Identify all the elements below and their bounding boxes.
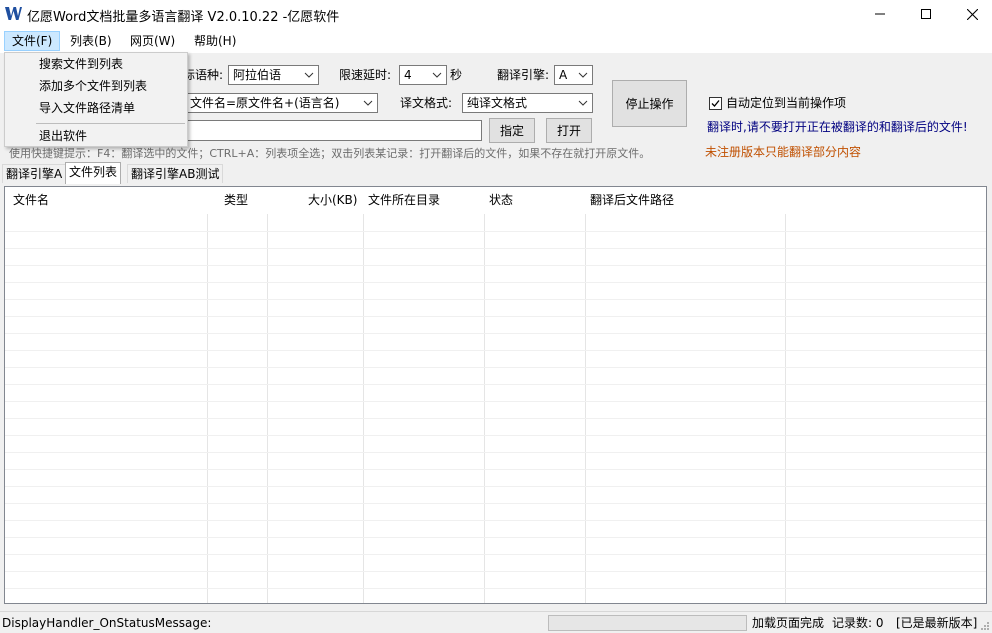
menu-separator: [36, 123, 185, 124]
status-bar: DisplayHandler_OnStatusMessage: 加载页面完成 记…: [0, 611, 992, 633]
version-status: [已是最新版本]: [896, 616, 978, 630]
window-title: 亿愿Word文档批量多语言翻译 V2.0.10.22 -亿愿软件: [27, 10, 340, 25]
column-header-type[interactable]: 类型: [218, 187, 254, 214]
close-icon: [966, 8, 978, 20]
minimize-button[interactable]: [857, 0, 903, 28]
maximize-icon: [921, 9, 931, 19]
auto-locate-label: 自动定位到当前操作项: [726, 96, 847, 110]
specify-button[interactable]: 指定: [489, 118, 535, 143]
menu-list[interactable]: 列表(B): [63, 31, 119, 51]
stop-button[interactable]: 停止操作: [612, 80, 687, 127]
output-format-value: 纯译文格式: [467, 96, 528, 110]
chevron-down-icon: [432, 72, 442, 78]
table-header: 文件名 类型 大小(KB) 文件所在目录 状态 翻译后文件路径: [5, 187, 986, 214]
column-header-output-path[interactable]: 翻译后文件路径: [584, 187, 680, 214]
menu-item-exit[interactable]: 退出软件: [39, 127, 87, 145]
delay-label: 限速延时:: [339, 68, 392, 82]
file-list-table[interactable]: 文件名 类型 大小(KB) 文件所在目录 状态 翻译后文件路径: [4, 186, 987, 604]
record-count: 记录数: 0: [832, 616, 884, 630]
column-header-directory[interactable]: 文件所在目录: [362, 187, 446, 214]
delay-unit-label: 秒: [450, 68, 463, 82]
menu-help[interactable]: 帮助(H): [187, 31, 243, 51]
engine-select[interactable]: A: [554, 65, 593, 85]
chevron-down-icon: [363, 100, 373, 106]
file-menu-dropdown: 搜索文件到列表 添加多个文件到列表 导入文件路径清单 退出软件: [4, 52, 188, 147]
target-language-label: 标语种:: [183, 68, 224, 82]
menu-item-search-files[interactable]: 搜索文件到列表: [39, 55, 123, 73]
output-naming-select[interactable]: 文件名=原文件名+(语言名): [185, 93, 378, 113]
column-header-size[interactable]: 大小(KB): [302, 187, 363, 214]
chevron-down-icon: [304, 72, 314, 78]
output-format-select[interactable]: 纯译文格式: [462, 93, 593, 113]
menu-bar: 文件(F) 列表(B) 网页(W) 帮助(H): [0, 28, 992, 53]
app-logo-w-icon: [5, 7, 22, 20]
status-message: DisplayHandler_OnStatusMessage:: [2, 616, 212, 630]
shortcut-hint: 使用快捷键提示：F4：翻译选中的文件；CTRL+A：列表项全选；双击列表某记录：…: [9, 147, 651, 160]
tab-file-list[interactable]: 文件列表: [65, 162, 122, 184]
menu-file[interactable]: 文件(F): [4, 31, 61, 51]
title-bar: 亿愿Word文档批量多语言翻译 V2.0.10.22 -亿愿软件: [0, 0, 992, 28]
target-language-value: 阿拉伯语: [233, 68, 282, 82]
output-format-label: 译文格式:: [400, 96, 453, 110]
menu-item-import-paths[interactable]: 导入文件路径清单: [39, 99, 135, 117]
warning-note: 翻译时,请不要打开正在被翻译的和翻译后的文件!: [707, 120, 968, 134]
column-header-status[interactable]: 状态: [483, 187, 519, 214]
open-button[interactable]: 打开: [546, 118, 592, 143]
engine-value: A: [559, 68, 568, 82]
chevron-down-icon: [578, 100, 588, 106]
chevron-down-icon: [578, 72, 588, 78]
unregistered-note: 未注册版本只能翻译部分内容: [705, 145, 862, 159]
resize-grip-icon[interactable]: [980, 621, 990, 631]
maximize-button[interactable]: [903, 0, 949, 28]
minimize-icon: [875, 13, 885, 15]
checkmark-icon: [711, 100, 720, 107]
delay-value: 4: [404, 68, 412, 82]
close-button[interactable]: [949, 0, 992, 28]
column-header-filename[interactable]: 文件名: [7, 187, 55, 214]
menu-item-add-files[interactable]: 添加多个文件到列表: [39, 77, 147, 95]
progress-bar: [548, 615, 747, 631]
auto-locate-checkbox[interactable]: [709, 97, 722, 110]
tab-engine-ab-test[interactable]: 翻译引擎AB测试: [127, 164, 224, 183]
engine-label: 翻译引擎:: [497, 68, 550, 82]
target-language-select[interactable]: 阿拉伯语: [228, 65, 319, 85]
output-directory-input[interactable]: [185, 120, 482, 141]
delay-select[interactable]: 4: [399, 65, 447, 85]
load-status: 加载页面完成: [752, 616, 825, 630]
menu-web[interactable]: 网页(W): [123, 31, 182, 51]
output-naming-value: 文件名=原文件名+(语言名): [190, 96, 340, 110]
tab-engine-a[interactable]: 翻译引擎A: [2, 164, 67, 183]
